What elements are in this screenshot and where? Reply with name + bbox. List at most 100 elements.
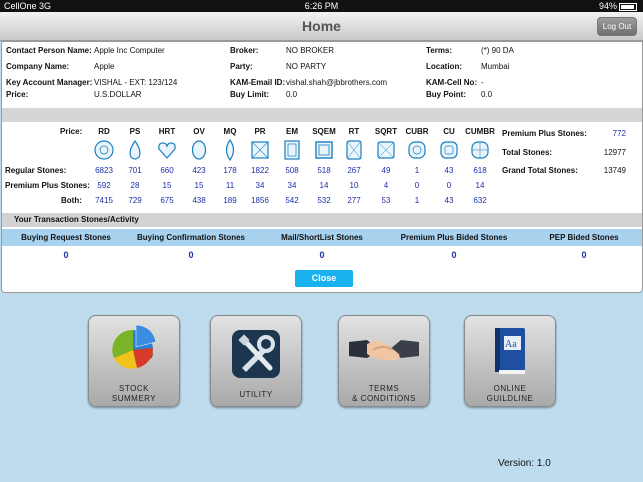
- buying-confirmation-count[interactable]: 0: [130, 250, 252, 260]
- buying-request-count[interactable]: 0: [2, 250, 130, 260]
- book-icon: Aa: [495, 328, 525, 374]
- status-bar: CellOne 3G 6:26 PM 94%: [0, 0, 643, 12]
- both-count-hrt[interactable]: 675: [151, 196, 183, 205]
- tools-icon: [232, 330, 280, 378]
- regular-count-cumbr[interactable]: 618: [464, 166, 496, 175]
- section-divider: [2, 108, 642, 122]
- close-button[interactable]: Close: [295, 270, 353, 287]
- navigation-bar: Home Log Out: [0, 12, 643, 41]
- regular-count-ov[interactable]: 423: [183, 166, 215, 175]
- premium-count-rt[interactable]: 10: [338, 181, 370, 190]
- broker-value: NO BROKER: [286, 46, 335, 55]
- logout-button[interactable]: Log Out: [597, 17, 637, 36]
- both-count-sqem[interactable]: 532: [308, 196, 340, 205]
- shape-header-ps: PS: [129, 127, 141, 136]
- premium-count-sqrt[interactable]: 4: [370, 181, 402, 190]
- shape-header-rt: RT: [348, 127, 360, 136]
- both-count-em[interactable]: 542: [276, 196, 308, 205]
- contact-label: Contact Person Name:: [6, 46, 92, 55]
- account-info: Contact Person Name: Apple Inc Computer …: [6, 46, 638, 106]
- regular-count-cubr[interactable]: 1: [401, 166, 433, 175]
- regular-count-cu[interactable]: 43: [433, 166, 465, 175]
- premium-count-em[interactable]: 34: [276, 181, 308, 190]
- premium-count-cu[interactable]: 0: [433, 181, 465, 190]
- premium-count-ps[interactable]: 28: [119, 181, 151, 190]
- regular-count-mq[interactable]: 178: [214, 166, 246, 175]
- shape-hrt-icon[interactable]: [156, 139, 178, 161]
- both-row-label: Both:: [61, 196, 82, 205]
- col-mail-shortlist: Mail/ShortList Stones: [281, 233, 363, 242]
- premium-count-mq[interactable]: 11: [214, 181, 246, 190]
- terms-tile[interactable]: TERMS & CONDITIONS: [338, 315, 430, 407]
- both-count-ps[interactable]: 729: [119, 196, 151, 205]
- premium-count-cumbr[interactable]: 14: [464, 181, 496, 190]
- buy-limit-value: 0.0: [286, 90, 298, 99]
- regular-count-sqrt[interactable]: 49: [370, 166, 402, 175]
- grand-total-value: 13749: [603, 166, 626, 175]
- transactions-header: Your Transaction Stones/Activity: [2, 213, 642, 227]
- both-count-sqrt[interactable]: 53: [370, 196, 402, 205]
- both-count-pr[interactable]: 1856: [244, 196, 276, 205]
- premium-count-sqem[interactable]: 14: [308, 181, 340, 190]
- both-count-rt[interactable]: 277: [338, 196, 370, 205]
- regular-count-pr[interactable]: 1822: [244, 166, 276, 175]
- shape-sqrt-icon[interactable]: [375, 139, 397, 161]
- price-label: Price:: [6, 90, 29, 99]
- both-count-cubr[interactable]: 1: [401, 196, 433, 205]
- both-count-rd[interactable]: 7415: [88, 196, 120, 205]
- premium-plus-bided-count[interactable]: 0: [392, 250, 516, 260]
- col-pep-bided: PEP Bided Stones: [549, 233, 619, 242]
- kam-email-value: vishal.shah@jbbrothers.com: [286, 78, 388, 87]
- shape-rd-icon[interactable]: [93, 139, 115, 161]
- shape-rt-icon[interactable]: [343, 139, 365, 161]
- buy-point-value: 0.0: [481, 90, 493, 99]
- location-label: Location:: [426, 62, 462, 71]
- transactions-title: Your Transaction Stones/Activity: [14, 215, 139, 224]
- shape-em-icon[interactable]: [281, 139, 303, 161]
- battery-status: 94%: [599, 1, 637, 11]
- utility-tile[interactable]: UTILITY: [210, 315, 302, 407]
- shape-mq-icon[interactable]: [219, 139, 241, 161]
- online-guideline-label: ONLINE GUILDLINE: [486, 384, 534, 403]
- svg-text:Aa: Aa: [505, 339, 517, 350]
- shape-pr-icon[interactable]: [249, 139, 271, 161]
- premium-count-rd[interactable]: 592: [88, 181, 120, 190]
- company-label: Company Name:: [6, 62, 70, 71]
- both-count-cumbr[interactable]: 632: [464, 196, 496, 205]
- premium-plus-value: 772: [612, 129, 626, 138]
- regular-count-ps[interactable]: 701: [119, 166, 151, 175]
- col-buying-confirmation: Buying Confirmation Stones: [137, 233, 245, 242]
- kam-label: Key Account Manager:: [6, 78, 93, 87]
- pep-bided-count[interactable]: 0: [516, 250, 643, 260]
- online-guideline-tile[interactable]: Aa ONLINE GUILDLINE: [464, 315, 556, 407]
- premium-count-pr[interactable]: 34: [244, 181, 276, 190]
- location-value: Mumbai: [481, 62, 510, 71]
- shape-header-cumbr: CUMBR: [465, 127, 495, 136]
- terms-label: Terms:: [426, 46, 453, 55]
- terms-label: TERMS & CONDITIONS: [352, 384, 416, 403]
- total-stones-value: 12977: [603, 148, 626, 157]
- regular-count-sqem[interactable]: 518: [308, 166, 340, 175]
- both-count-mq[interactable]: 189: [214, 196, 246, 205]
- regular-count-rt[interactable]: 267: [338, 166, 370, 175]
- regular-count-hrt[interactable]: 660: [151, 166, 183, 175]
- kam-email-label: KAM-Email ID:: [230, 78, 286, 87]
- stock-summary-tile[interactable]: STOCK SUMMERY: [88, 315, 180, 407]
- shape-cumbr-icon[interactable]: [469, 139, 491, 161]
- premium-count-ov[interactable]: 15: [183, 181, 215, 190]
- regular-count-rd[interactable]: 6823: [88, 166, 120, 175]
- premium-count-cubr[interactable]: 0: [401, 181, 433, 190]
- both-count-ov[interactable]: 438: [183, 196, 215, 205]
- both-count-cu[interactable]: 43: [433, 196, 465, 205]
- shape-cubr-icon[interactable]: [406, 139, 428, 161]
- shape-ov-icon[interactable]: [188, 139, 210, 161]
- regular-count-em[interactable]: 508: [276, 166, 308, 175]
- buy-point-label: Buy Point:: [426, 90, 466, 99]
- shape-cu-icon[interactable]: [438, 139, 460, 161]
- mail-shortlist-count[interactable]: 0: [252, 250, 392, 260]
- shape-sqem-icon[interactable]: [313, 139, 335, 161]
- pie-chart-icon: [112, 324, 157, 369]
- premium-plus-label: Premium Plus Stones:: [502, 129, 587, 138]
- premium-count-hrt[interactable]: 15: [151, 181, 183, 190]
- shape-ps-icon[interactable]: [124, 139, 146, 161]
